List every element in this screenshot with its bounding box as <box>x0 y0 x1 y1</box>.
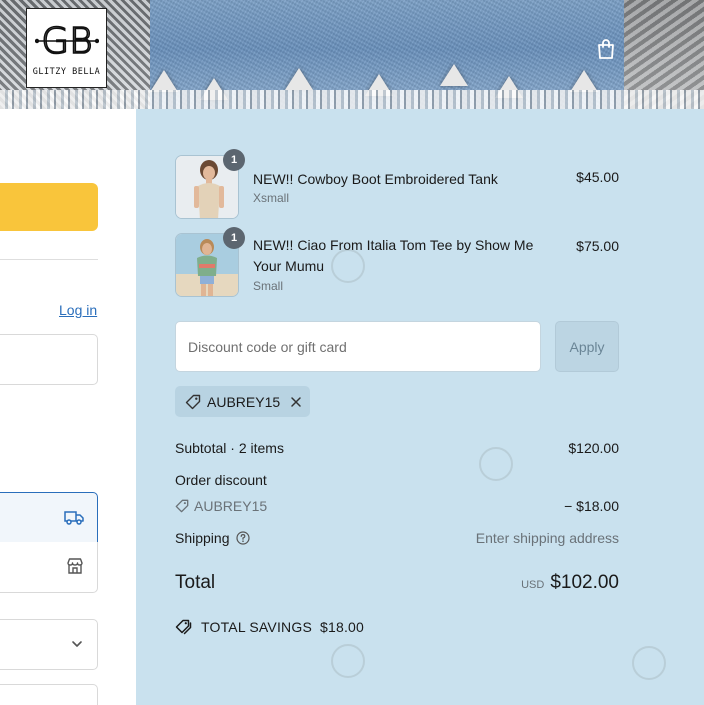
tag-icon <box>175 499 189 513</box>
address-field[interactable] <box>0 684 98 705</box>
header-banner: GB GLITZY BELLA <box>0 0 704 109</box>
product-name: NEW!! Ciao From Italia Tom Tee by Show M… <box>253 237 534 274</box>
product-name: NEW!! Cowboy Boot Embroidered Tank <box>253 171 498 187</box>
express-pay-button[interactable] <box>0 183 98 231</box>
quantity-badge: 1 <box>223 227 245 249</box>
product-variant: Small <box>253 279 284 293</box>
order-summary: 1 NEW!! Cowboy Boot Embroidered Tank Xsm… <box>136 109 704 705</box>
logo-wordmark: GLITZY BELLA <box>32 67 101 77</box>
chevron-down-icon <box>72 641 82 647</box>
currency-code: USD <box>521 579 545 591</box>
logo-monogram-icon: GB <box>34 20 99 63</box>
product-variant: Xsmall <box>253 191 290 205</box>
close-icon <box>291 396 301 407</box>
shipping-label: Shipping <box>175 530 230 546</box>
product-price: $45.00 <box>576 169 619 185</box>
subtotal-row: Subtotal · 2 items $120.00 <box>175 440 619 456</box>
tag-icon <box>185 394 201 409</box>
savings-value: $18.00 <box>320 619 365 635</box>
country-select[interactable] <box>0 619 98 670</box>
delivery-method-group <box>0 492 98 593</box>
line-item: 1 NEW!! Cowboy Boot Embroidered Tank Xsm… <box>175 149 619 219</box>
delivery-option-pickup[interactable] <box>0 542 98 593</box>
delivery-option-ship[interactable] <box>0 492 98 543</box>
discount-detail-row: AUBREY15 − $18.00 <box>175 498 619 516</box>
order-discount-row: Order discount <box>175 472 619 488</box>
shipping-row: Shipping Enter shipping address <box>175 530 619 546</box>
total-value: $102.00 <box>550 572 619 593</box>
applied-discount-code: AUBREY15 <box>207 393 281 410</box>
quantity-badge: 1 <box>223 149 245 171</box>
brand-logo[interactable]: GB GLITZY BELLA <box>26 8 107 88</box>
truck-icon <box>64 511 84 525</box>
savings-tag-icon <box>175 619 192 635</box>
subtotal-label: Subtotal · 2 items <box>175 440 284 456</box>
email-field[interactable] <box>0 334 98 385</box>
shopping-bag-icon[interactable] <box>596 38 616 60</box>
watermark-seal <box>331 644 365 678</box>
divider <box>0 259 98 260</box>
discount-code-label: AUBREY15 <box>194 498 268 514</box>
banner-rhinestones <box>0 90 704 109</box>
login-link[interactable]: Log in <box>59 302 97 318</box>
savings-label: TOTAL SAVINGS <box>201 619 312 635</box>
product-price: $75.00 <box>576 238 619 254</box>
applied-discount-tag: AUBREY15 <box>175 386 311 417</box>
store-icon <box>67 558 83 574</box>
total-savings: TOTAL SAVINGS $18.00 <box>175 619 364 635</box>
line-item: 1 NEW!! Ciao From Italia Tom Tee by Show… <box>175 227 619 297</box>
shipping-value: Enter shipping address <box>475 530 619 546</box>
subtotal-value: $120.00 <box>568 440 619 456</box>
apply-discount-button[interactable]: Apply <box>555 321 619 372</box>
watermark-seal <box>632 646 666 680</box>
discount-code-input[interactable] <box>175 321 541 372</box>
remove-discount-button[interactable] <box>290 396 302 408</box>
total-label: Total <box>175 572 216 593</box>
total-row: Total USD $102.00 <box>175 572 619 598</box>
order-discount-label: Order discount <box>175 472 267 488</box>
help-icon[interactable] <box>235 531 250 545</box>
checkout-form-column: Log in <box>0 109 136 705</box>
discount-amount: − $18.00 <box>564 498 619 514</box>
